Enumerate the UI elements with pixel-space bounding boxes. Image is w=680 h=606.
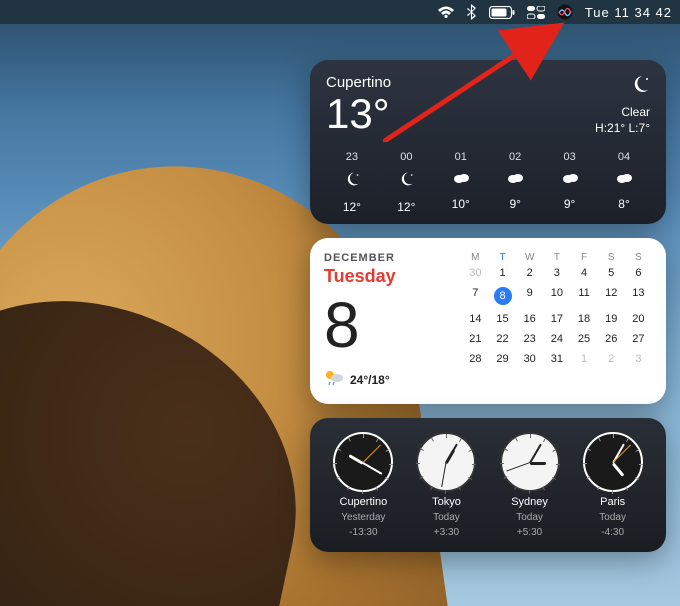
calendar-cell[interactable]: 22 xyxy=(489,333,516,345)
calendar-date: 8 xyxy=(324,293,360,357)
calendar-cell[interactable]: 17 xyxy=(543,313,570,325)
calendar-cell[interactable]: 18 xyxy=(570,313,597,325)
calendar-cell[interactable]: 10 xyxy=(543,287,570,305)
calendar-mini-weather: 24°/18° xyxy=(350,373,390,387)
calendar-cell[interactable]: 29 xyxy=(489,353,516,365)
menubar: Tue 11 34 42 xyxy=(0,0,680,24)
forecast-hour: 2312° xyxy=(326,151,378,214)
calendar-cell[interactable]: 20 xyxy=(625,313,652,325)
calendar-grid: 3012345678910111213141516171819202122232… xyxy=(462,267,652,365)
cloud-icon xyxy=(452,171,470,189)
forecast-hour: 0012° xyxy=(380,151,432,214)
calendar-cell[interactable]: 3 xyxy=(625,353,652,365)
calendar-cell[interactable]: 2 xyxy=(516,267,543,279)
weather-condition: Clear xyxy=(621,105,650,119)
menubar-time[interactable]: Tue 11 34 42 xyxy=(585,5,672,20)
calendar-dow: MTWTFSS xyxy=(462,252,652,263)
calendar-cell[interactable]: 6 xyxy=(625,267,652,279)
control-panel-icon[interactable] xyxy=(527,6,545,19)
calendar-cell[interactable]: 8 xyxy=(494,287,512,305)
clock-face-icon xyxy=(583,432,643,492)
calendar-month: DECEMBER xyxy=(324,252,395,264)
battery-icon[interactable] xyxy=(489,6,515,19)
cloud-icon xyxy=(506,171,524,189)
calendar-cell[interactable]: 31 xyxy=(543,353,570,365)
clock-cupertino: CupertinoYesterday-13:30 xyxy=(324,432,403,538)
clock-tokyo: TokyoToday+3:30 xyxy=(407,432,486,538)
clock-sydney: SydneyToday+5:30 xyxy=(490,432,569,538)
calendar-cell[interactable]: 2 xyxy=(598,353,625,365)
cloud-icon xyxy=(561,171,579,189)
calendar-dayname: Tuesday xyxy=(324,266,396,287)
bluetooth-icon[interactable] xyxy=(467,4,477,20)
calendar-cell[interactable]: 26 xyxy=(598,333,625,345)
wifi-icon[interactable] xyxy=(437,6,455,19)
forecast-hour: 0110° xyxy=(435,151,487,214)
calendar-cell[interactable]: 1 xyxy=(570,353,597,365)
calendar-cell[interactable]: 25 xyxy=(570,333,597,345)
cloud-icon xyxy=(615,171,633,189)
calendar-cell[interactable]: 9 xyxy=(516,287,543,305)
calendar-cell[interactable]: 27 xyxy=(625,333,652,345)
forecast-hour: 029° xyxy=(489,151,541,214)
calendar-cell[interactable]: 7 xyxy=(462,287,489,305)
weather-hilo: H:21° L:7° xyxy=(595,121,650,135)
clock-face-icon xyxy=(416,432,476,492)
weather-city: Cupertino xyxy=(326,74,391,91)
forecast-hour: 039° xyxy=(544,151,596,214)
calendar-cell[interactable]: 16 xyxy=(516,313,543,325)
annotation-arrow xyxy=(383,22,583,142)
calendar-cell[interactable]: 23 xyxy=(516,333,543,345)
clock-face-icon xyxy=(500,432,560,492)
sun-cloud-icon xyxy=(324,369,344,390)
moon-icon xyxy=(398,171,414,192)
calendar-cell[interactable]: 30 xyxy=(462,267,489,279)
siri-icon[interactable] xyxy=(557,4,573,20)
calendar-widget[interactable]: DECEMBER Tuesday 8 24°/18° MTWTFSS 30123… xyxy=(310,238,666,404)
calendar-cell[interactable]: 28 xyxy=(462,353,489,365)
calendar-cell[interactable]: 21 xyxy=(462,333,489,345)
calendar-cell[interactable]: 4 xyxy=(570,267,597,279)
calendar-cell[interactable]: 19 xyxy=(598,313,625,325)
calendar-cell[interactable]: 12 xyxy=(598,287,625,305)
hourly-forecast: 2312°0012°0110°029°039°048° xyxy=(326,151,650,214)
clock-face-icon xyxy=(333,432,393,492)
calendar-cell[interactable]: 30 xyxy=(516,353,543,365)
calendar-cell[interactable]: 13 xyxy=(625,287,652,305)
calendar-cell[interactable]: 1 xyxy=(489,267,516,279)
moon-icon xyxy=(344,171,360,192)
calendar-cell[interactable]: 24 xyxy=(543,333,570,345)
calendar-cell[interactable]: 5 xyxy=(598,267,625,279)
moon-icon xyxy=(630,74,650,99)
calendar-cell[interactable]: 14 xyxy=(462,313,489,325)
calendar-cell[interactable]: 15 xyxy=(489,313,516,325)
forecast-hour: 048° xyxy=(598,151,650,214)
calendar-cell[interactable]: 11 xyxy=(570,287,597,305)
clock-paris: ParisToday-4:30 xyxy=(573,432,652,538)
calendar-cell[interactable]: 3 xyxy=(543,267,570,279)
world-clock-widget[interactable]: CupertinoYesterday-13:30TokyoToday+3:30S… xyxy=(310,418,666,552)
weather-temp: 13° xyxy=(326,93,391,135)
